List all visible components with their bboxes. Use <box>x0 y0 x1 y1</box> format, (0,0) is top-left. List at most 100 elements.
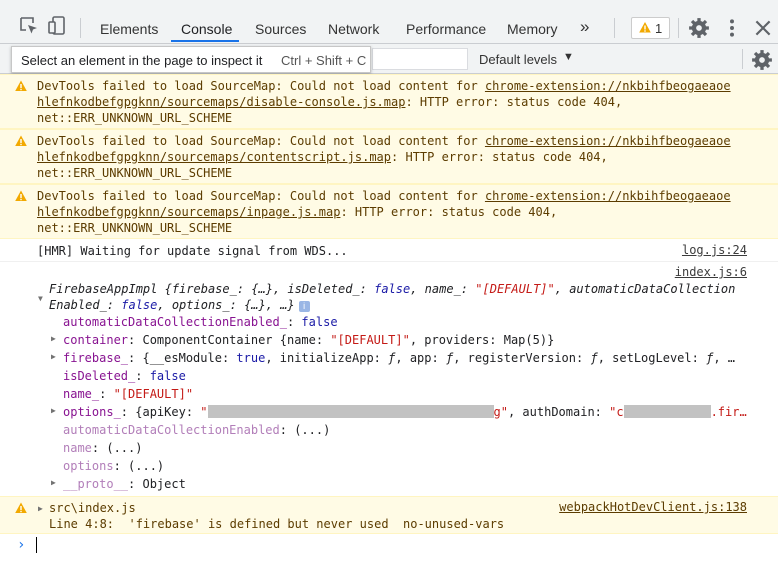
tab-network[interactable]: Network <box>328 21 379 37</box>
redacted-api-key <box>207 405 494 418</box>
property-value: .fir… <box>710 405 747 419</box>
sourcemap-link[interactable]: chrome-extension://nkbihfbeogaeaoe <box>485 189 731 203</box>
sourcemap-link[interactable]: chrome-extension://nkbihfbeogaeaoe <box>485 79 731 93</box>
property-key: options_ <box>63 405 121 419</box>
console-warning-message: DevTools failed to load SourceMap: Could… <box>0 74 778 129</box>
warning-text: DevTools failed to load SourceMap: Could… <box>37 134 485 148</box>
property-row: name: (...) <box>63 441 143 455</box>
property-key: __proto__ <box>63 477 129 491</box>
tab-sources[interactable]: Sources <box>255 21 306 37</box>
warning-text: DevTools failed to load SourceMap: Could… <box>37 79 485 93</box>
warning-text: net::ERR_UNKNOWN_URL_SCHEME <box>37 166 233 180</box>
property-key: container <box>63 333 129 347</box>
tooltip-shortcut: Ctrl + Shift + C <box>281 53 367 68</box>
inspect-tooltip: Select an element in the page to inspect… <box>11 46 371 73</box>
redacted-auth-domain <box>623 405 711 418</box>
warning-text: : HTTP error: status code 404, <box>391 150 608 164</box>
inspect-element-icon[interactable] <box>18 15 40 37</box>
warning-icon <box>15 80 27 91</box>
console-filter-input[interactable] <box>372 48 468 70</box>
tab-performance[interactable]: Performance <box>406 21 486 37</box>
close-icon[interactable] <box>752 17 774 39</box>
console-input-caret[interactable] <box>36 537 37 553</box>
function-glyph: ƒ <box>590 351 598 365</box>
property-row: name_: "[DEFAULT]" <box>63 387 194 401</box>
warnings-count: 1 <box>655 21 663 36</box>
sourcemap-link[interactable]: chrome-extension://nkbihfbeogaeaoe <box>485 134 731 148</box>
more-options-icon[interactable] <box>721 17 743 39</box>
getter-value[interactable]: (...) <box>128 459 164 473</box>
warnings-counter-badge[interactable]: 1 <box>631 17 670 39</box>
log-text: [HMR] Waiting for update signal from WDS… <box>37 244 348 258</box>
chevron-down-icon: ▼ <box>563 51 574 63</box>
expand-triangle-icon[interactable]: ▶ <box>51 406 56 415</box>
console-settings-gear-icon[interactable] <box>751 49 773 71</box>
object-summary: {firebase_: {…}, isDeleted_: <box>164 282 375 296</box>
info-icon[interactable]: i <box>298 301 310 312</box>
tooltip-text: Select an element in the page to inspect… <box>21 53 263 68</box>
device-toolbar-icon[interactable] <box>46 15 68 37</box>
tab-console[interactable]: Console <box>181 21 232 37</box>
expand-triangle-icon[interactable]: ▶ <box>38 504 43 513</box>
property-value: , … <box>713 351 735 365</box>
devtools-tab-bar: Elements Console Sources Network Perform… <box>0 0 778 44</box>
property-key: isDeleted_ <box>63 369 136 383</box>
property-value: "[DEFAULT]" <box>330 333 410 347</box>
gear-icon[interactable] <box>688 17 710 39</box>
expand-triangle-icon[interactable]: ▶ <box>51 352 56 361</box>
expand-triangle-icon[interactable]: ▶ <box>51 334 56 343</box>
warning-text: net::ERR_UNKNOWN_URL_SCHEME <box>37 221 233 235</box>
source-link[interactable]: index.js:6 <box>675 265 747 279</box>
source-link[interactable]: log.js:24 <box>682 243 747 257</box>
getter-value[interactable]: (...) <box>294 423 330 437</box>
property-value: , app: <box>395 351 446 365</box>
tab-elements[interactable]: Elements <box>100 21 158 37</box>
property-value: , registerVersion: <box>453 351 591 365</box>
property-value: false <box>301 315 338 329</box>
property-row: isDeleted_: false <box>63 369 186 383</box>
property-value: false <box>149 369 186 383</box>
sourcemap-link[interactable]: hlefnkodbefgpgknn/sourcemaps/contentscri… <box>37 150 391 164</box>
console-warning-message: DevTools failed to load SourceMap: Could… <box>0 184 778 239</box>
console-warning-message: ▶ src\index.js webpackHotDevClient.js:13… <box>0 496 778 534</box>
log-levels-dropdown[interactable]: Default levels <box>479 52 557 67</box>
getter-value[interactable]: (...) <box>106 441 142 455</box>
property-key: automaticDataCollectionEnabled <box>63 423 280 437</box>
property-row: container: ComponentContainer {name: "[D… <box>63 333 555 347</box>
tab-memory[interactable]: Memory <box>507 21 558 37</box>
warning-file: src\index.js <box>49 501 136 515</box>
object-summary-value: "[DEFAULT]" <box>475 282 555 296</box>
toolbar-divider <box>80 18 81 38</box>
expand-triangle-icon[interactable]: ▼ <box>38 294 43 303</box>
source-link[interactable]: webpackHotDevClient.js:138 <box>559 500 747 514</box>
console-prompt-chevron-icon: › <box>17 537 26 553</box>
toolbar-divider <box>614 18 615 38</box>
property-value: , initializeApp: <box>265 351 389 365</box>
object-summary: Enabled_: <box>49 298 122 312</box>
property-key: options <box>63 459 114 473</box>
property-value: , authDomain: <box>507 405 610 419</box>
warning-icon <box>15 135 27 146</box>
property-value: true <box>236 351 266 365</box>
warning-text: : HTTP error: status code 404, <box>405 95 623 109</box>
active-tab-indicator <box>171 40 239 42</box>
console-log-message: [HMR] Waiting for update signal from WDS… <box>0 240 778 262</box>
property-row: firebase_: {__esModule: true, initialize… <box>63 351 735 365</box>
property-value: , providers: Map(5)} <box>409 333 555 347</box>
sourcemap-link[interactable]: hlefnkodbefgpgknn/sourcemaps/disable-con… <box>37 95 405 109</box>
property-value: {apiKey: <box>135 405 201 419</box>
property-value: ComponentContainer {name: <box>142 333 331 347</box>
toolbar-divider <box>742 49 743 69</box>
property-key: automaticDataCollectionEnabled_ <box>63 315 287 329</box>
property-value: {__esModule: <box>142 351 237 365</box>
expand-triangle-icon[interactable]: ▶ <box>51 478 56 487</box>
object-summary: , options_: {…}, …} <box>157 298 295 312</box>
more-tabs-button[interactable]: » <box>580 17 589 37</box>
console-object-message: index.js:6 FirebaseAppImpl {firebase_: {… <box>0 262 778 495</box>
property-key: firebase_ <box>63 351 129 365</box>
property-row: automaticDataCollectionEnabled_: false <box>63 315 338 329</box>
toolbar-divider <box>678 18 679 38</box>
property-value: g" <box>493 405 508 419</box>
sourcemap-link[interactable]: hlefnkodbefgpgknn/sourcemaps/inpage.js.m… <box>37 205 340 219</box>
warning-text: net::ERR_UNKNOWN_URL_SCHEME <box>37 111 233 125</box>
